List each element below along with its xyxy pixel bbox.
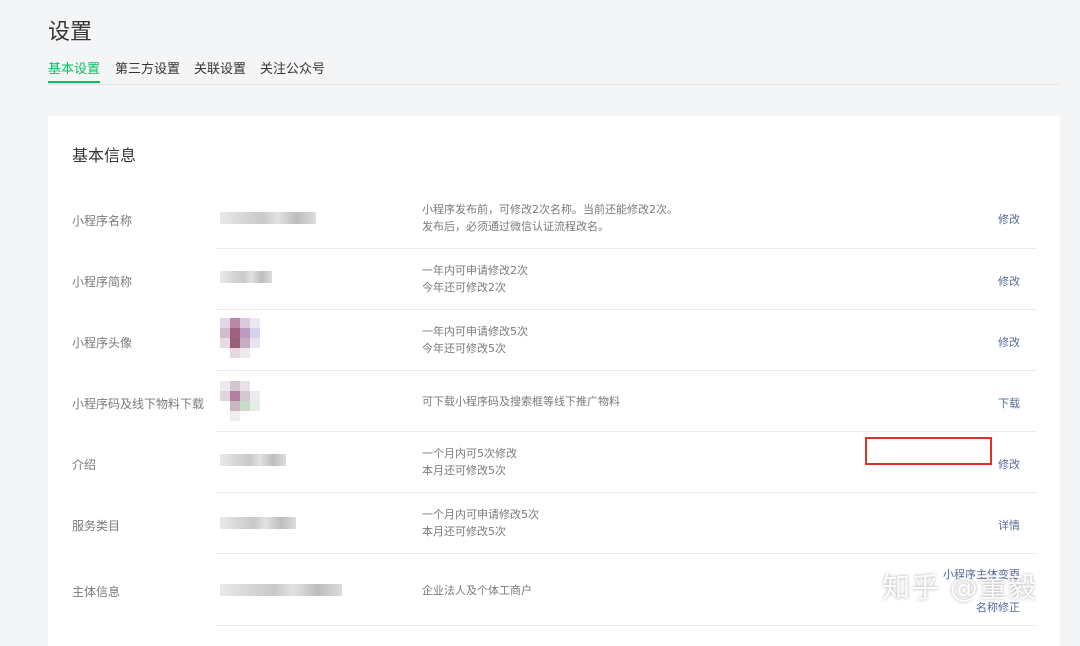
card-title: 基本信息 xyxy=(72,146,137,165)
tab-third-party-settings[interactable]: 第三方设置 xyxy=(115,60,180,83)
settings-tabs: 基本设置 第三方设置 关联设置 关注公众号 xyxy=(48,60,1060,85)
intro-value-redacted xyxy=(220,454,286,466)
qrcode-image-redacted xyxy=(220,381,268,421)
tab-related-settings[interactable]: 关联设置 xyxy=(194,60,246,83)
name-value-redacted xyxy=(220,212,316,224)
avatar-image-redacted xyxy=(220,318,268,358)
highlight-annotation-box xyxy=(865,437,992,465)
short-name-value-redacted xyxy=(220,271,272,283)
edit-intro-link[interactable]: 修改 xyxy=(998,456,1020,472)
row-description: 一个月内可申请修改5次 本月还可修改5次 xyxy=(422,508,539,538)
edit-avatar-link[interactable]: 修改 xyxy=(998,334,1020,350)
settings-row-name: 小程序名称 小程序发布前，可修改2次名称。当前还能修改2次。 发布后，必须通过微… xyxy=(48,188,1060,249)
row-label: 介绍 xyxy=(72,458,97,472)
page-title: 设置 xyxy=(48,20,93,45)
row-label: 小程序简称 xyxy=(72,275,133,289)
row-label: 小程序码及线下物料下载 xyxy=(72,397,205,411)
row-label: 主体信息 xyxy=(72,585,121,599)
download-qrcode-link[interactable]: 下载 xyxy=(998,395,1020,411)
service-category-details-link[interactable]: 详情 xyxy=(998,517,1020,533)
tab-basic-settings[interactable]: 基本设置 xyxy=(48,60,101,83)
row-description: 一个月内可5次修改 本月还可修改5次 xyxy=(422,447,517,477)
row-label: 小程序头像 xyxy=(72,336,133,350)
row-description: 可下载小程序码及搜索框等线下推广物料 xyxy=(422,395,620,408)
row-description: 企业法人及个体工商户 xyxy=(422,584,532,597)
edit-short-name-link[interactable]: 修改 xyxy=(998,273,1020,289)
service-category-value-redacted xyxy=(220,517,296,529)
edit-name-link[interactable]: 修改 xyxy=(998,211,1020,227)
settings-row-short-name: 小程序简称 一年内可申请修改2次 今年还可修改2次 修改 xyxy=(48,249,1060,310)
row-description: 一年内可申请修改2次 今年还可修改2次 xyxy=(422,264,528,294)
settings-row-service-category: 服务类目 一个月内可申请修改5次 本月还可修改5次 详情 xyxy=(48,493,1060,554)
row-label: 服务类目 xyxy=(72,519,121,533)
row-divider xyxy=(216,625,1036,626)
row-label: 小程序名称 xyxy=(72,214,133,228)
entity-value-redacted xyxy=(220,584,342,596)
watermark: 知乎 @董毅 xyxy=(882,571,1037,604)
row-description: 一年内可申请修改5次 今年还可修改5次 xyxy=(422,325,528,355)
row-description: 小程序发布前，可修改2次名称。当前还能修改2次。 发布后，必须通过微信认证流程改… xyxy=(422,203,678,233)
settings-row-qrcode: 小程序码及线下物料下载 可下载小程序码及搜索框等线下推广物料 下载 xyxy=(48,371,1060,432)
tab-follow-official-account[interactable]: 关注公众号 xyxy=(260,60,325,83)
settings-row-avatar: 小程序头像 一年内可申请修改5次 今年还可修改5次 修改 xyxy=(48,310,1060,371)
